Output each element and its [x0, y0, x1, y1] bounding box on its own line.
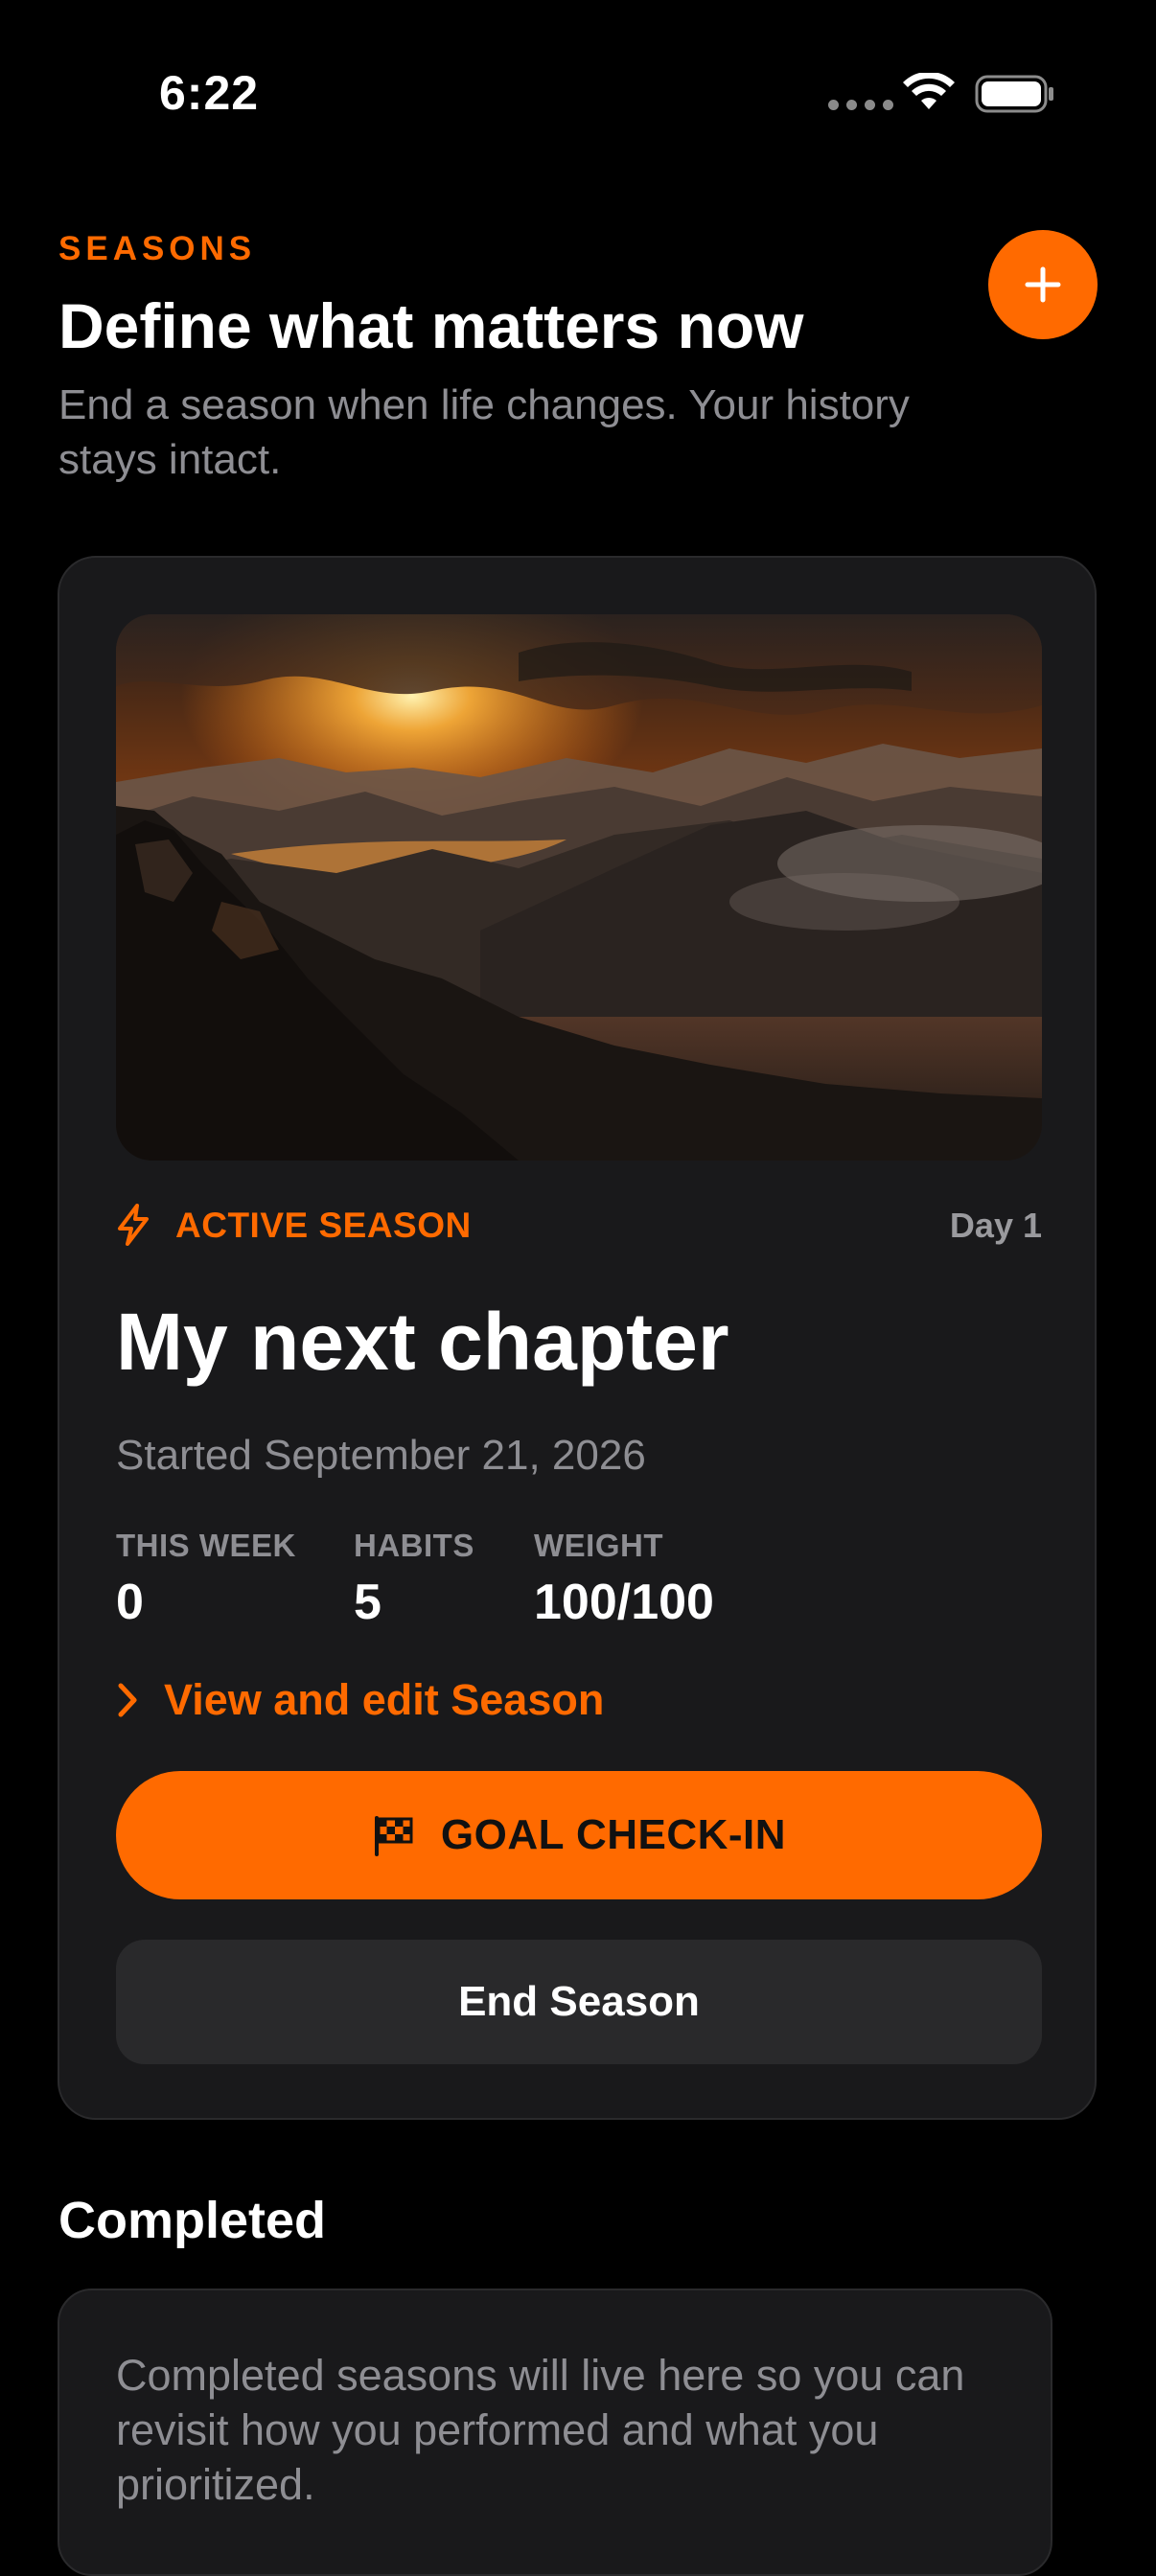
season-stats: THIS WEEK 0 HABITS 5 WEIGHT 100/100 — [116, 1528, 1042, 1633]
goal-check-in-button[interactable]: GOAL CHECK-IN — [116, 1771, 1042, 1899]
section-eyebrow: SEASONS — [58, 230, 257, 267]
goal-check-in-label: GOAL CHECK-IN — [440, 1811, 787, 1858]
season-day-label: Day 1 — [949, 1206, 1042, 1245]
stat-value: 5 — [354, 1575, 381, 1630]
active-season-card: ACTIVE SEASON Day 1 My next chapter Star… — [58, 556, 1097, 2120]
lightning-bolt-icon — [118, 1204, 149, 1246]
season-name: My next chapter — [116, 1297, 729, 1387]
stat-label: HABITS — [354, 1528, 474, 1563]
status-bar: 6:22 — [0, 0, 1156, 182]
season-start-date: Started September 21, 2026 — [116, 1432, 646, 1479]
stat-habits: HABITS 5 — [354, 1528, 474, 1631]
stat-value: 0 — [116, 1575, 144, 1630]
signal-dots-icon — [828, 100, 893, 110]
battery-icon — [975, 75, 1053, 113]
view-edit-season-link[interactable]: View and edit Season — [116, 1671, 604, 1729]
page-title: Define what matters now — [58, 290, 804, 361]
season-cover-image — [116, 614, 1042, 1161]
stat-this-week: THIS WEEK 0 — [116, 1528, 296, 1631]
chevron-right-icon — [118, 1683, 137, 1717]
checkered-flag-icon — [374, 1816, 413, 1856]
stat-weight: WEIGHT 100/100 — [534, 1528, 714, 1631]
plus-icon — [1025, 266, 1061, 303]
status-time: 6:22 — [159, 66, 260, 120]
wifi-icon — [903, 73, 955, 109]
season-meta-row: ACTIVE SEASON Day 1 — [116, 1202, 1042, 1250]
stat-label: THIS WEEK — [116, 1528, 296, 1563]
stat-value: 100/100 — [534, 1575, 714, 1630]
end-season-button[interactable]: End Season — [116, 1940, 1042, 2064]
page-subtitle: End a season when life changes. Your his… — [58, 381, 910, 483]
stat-label: WEIGHT — [534, 1528, 663, 1563]
view-edit-season-label: View and edit Season — [164, 1675, 605, 1724]
completed-empty-card: Completed seasons will live here so you … — [58, 2288, 1052, 2576]
active-season-badge: ACTIVE SEASON — [175, 1206, 472, 1245]
completed-heading: Completed — [58, 2192, 327, 2249]
add-season-button[interactable] — [988, 230, 1098, 339]
end-season-label: End Season — [458, 1978, 700, 2025]
completed-empty-text: Completed seasons will live here so you … — [116, 2351, 965, 2509]
